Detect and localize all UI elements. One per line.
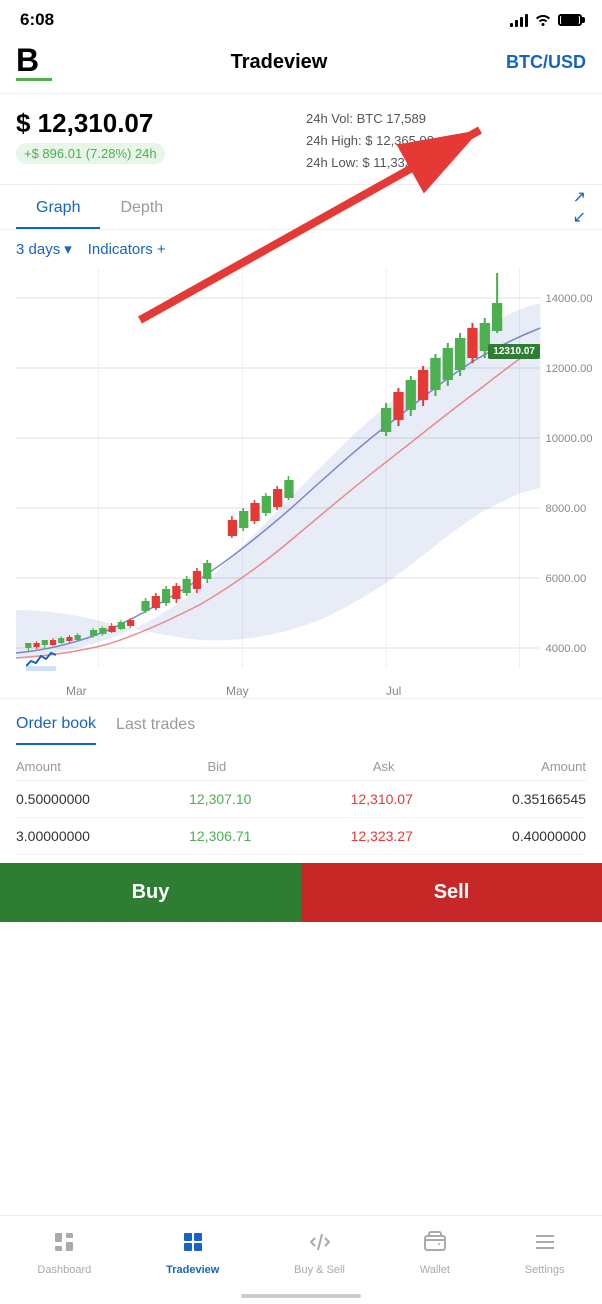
battery-icon xyxy=(558,14,582,26)
chart-logo-icon xyxy=(26,651,56,676)
logo-underline xyxy=(16,78,52,81)
order-book-tabs: Order book Last trades xyxy=(0,698,602,745)
nav-buysell[interactable]: Buy & Sell xyxy=(278,1226,361,1280)
svg-text:14000.00: 14000.00 xyxy=(545,293,592,305)
nav-dashboard[interactable]: Dashboard xyxy=(21,1226,107,1280)
indicators-button[interactable]: Indicators + xyxy=(88,241,166,258)
svg-text:8000.00: 8000.00 xyxy=(545,503,586,515)
x-axis-may: May xyxy=(226,684,249,698)
nav-label-dashboard: Dashboard xyxy=(37,1264,91,1276)
col-bid: Bid xyxy=(207,759,226,774)
tab-graph[interactable]: Graph xyxy=(16,185,100,229)
row1-ask: 12,310.07 xyxy=(351,791,413,807)
nav-tradeview[interactable]: Tradeview xyxy=(150,1226,235,1280)
row1-bid: 12,307.10 xyxy=(189,791,251,807)
nav-label-buysell: Buy & Sell xyxy=(294,1264,345,1276)
status-time: 6:08 xyxy=(20,10,54,30)
row2-amount2: 0.40000000 xyxy=(512,828,586,844)
wifi-icon xyxy=(534,12,552,29)
settings-icon xyxy=(533,1230,557,1260)
row1-amount2: 0.35166545 xyxy=(512,791,586,807)
tab-orderbook[interactable]: Order book xyxy=(16,715,96,745)
nav-wallet[interactable]: Wallet xyxy=(404,1226,466,1280)
svg-text:6000.00: 6000.00 xyxy=(545,573,586,585)
table-row: 3.00000000 12,306.71 12,323.27 0.4000000… xyxy=(16,818,586,855)
price-section: $ 12,310.07 +$ 896.01 (7.28%) 24h 24h Vo… xyxy=(0,94,602,185)
expand-icon[interactable]: ↗↙ xyxy=(573,187,586,227)
chart-tabs: Graph Depth ↗↙ xyxy=(0,185,602,230)
x-axis-mar: Mar xyxy=(66,684,87,698)
price-stats: 24h Vol: BTC 17,589 24h High: $ 12,365.9… xyxy=(296,108,586,174)
row2-amount: 3.00000000 xyxy=(16,828,90,844)
nav-label-wallet: Wallet xyxy=(420,1264,450,1276)
bottom-nav: Dashboard Tradeview Buy & Sell xyxy=(0,1215,602,1304)
row1-amount: 0.50000000 xyxy=(16,791,90,807)
buysell-icon xyxy=(308,1230,332,1260)
svg-text:4000.00: 4000.00 xyxy=(545,643,586,655)
sell-button[interactable]: Sell xyxy=(301,863,602,922)
tradeview-icon xyxy=(181,1230,205,1260)
dashboard-icon xyxy=(52,1230,76,1260)
volume-stat: 24h Vol: BTC 17,589 xyxy=(306,108,586,130)
row2-ask: 12,323.27 xyxy=(351,828,413,844)
col-ask: Ask xyxy=(373,759,395,774)
col-amount2: Amount xyxy=(541,759,586,774)
buy-button[interactable]: Buy xyxy=(0,863,301,922)
status-bar: 6:08 xyxy=(0,0,602,36)
logo: B xyxy=(16,44,52,81)
app-header: B Tradeview BTC/USD xyxy=(0,36,602,94)
home-indicator xyxy=(241,1294,361,1298)
wallet-icon xyxy=(423,1230,447,1260)
table-row: 0.50000000 12,307.10 12,310.07 0.3516654… xyxy=(16,781,586,818)
order-book-table: Amount Bid Ask Amount 0.50000000 12,307.… xyxy=(0,745,602,855)
low-stat: 24h Low: $ 11,332.19 xyxy=(306,152,586,174)
svg-text:10000.00: 10000.00 xyxy=(545,433,592,445)
current-price-label: 12310.07 xyxy=(488,344,540,359)
nav-settings[interactable]: Settings xyxy=(509,1226,581,1280)
nav-label-settings: Settings xyxy=(525,1264,565,1276)
chart-controls: 3 days ▾ Indicators + xyxy=(0,230,602,268)
action-buttons: Buy Sell xyxy=(0,863,602,922)
price-left: $ 12,310.07 +$ 896.01 (7.28%) 24h xyxy=(16,108,296,174)
col-amount: Amount xyxy=(16,759,61,774)
svg-text:12000.00: 12000.00 xyxy=(545,363,592,375)
x-axis-jul: Jul xyxy=(386,684,401,698)
period-selector[interactable]: 3 days ▾ xyxy=(16,240,72,258)
chart-area: 14000.00 12000.00 10000.00 8000.00 6000.… xyxy=(16,268,602,698)
status-icons xyxy=(510,12,582,29)
nav-label-tradeview: Tradeview xyxy=(166,1264,219,1276)
trading-pair[interactable]: BTC/USD xyxy=(506,52,586,73)
order-table-header: Amount Bid Ask Amount xyxy=(16,753,586,781)
main-price: $ 12,310.07 xyxy=(16,108,296,139)
page-title: Tradeview xyxy=(231,51,328,74)
signal-icon xyxy=(510,13,528,27)
high-stat: 24h High: $ 12,365.98 xyxy=(306,130,586,152)
chevron-down-icon: ▾ xyxy=(64,240,72,258)
price-change: +$ 896.01 (7.28%) 24h xyxy=(16,143,165,164)
row2-bid: 12,306.71 xyxy=(189,828,251,844)
candlestick-chart: 14000.00 12000.00 10000.00 8000.00 6000.… xyxy=(16,268,602,698)
tab-depth[interactable]: Depth xyxy=(100,185,183,229)
tab-lasttrades[interactable]: Last trades xyxy=(116,716,195,744)
